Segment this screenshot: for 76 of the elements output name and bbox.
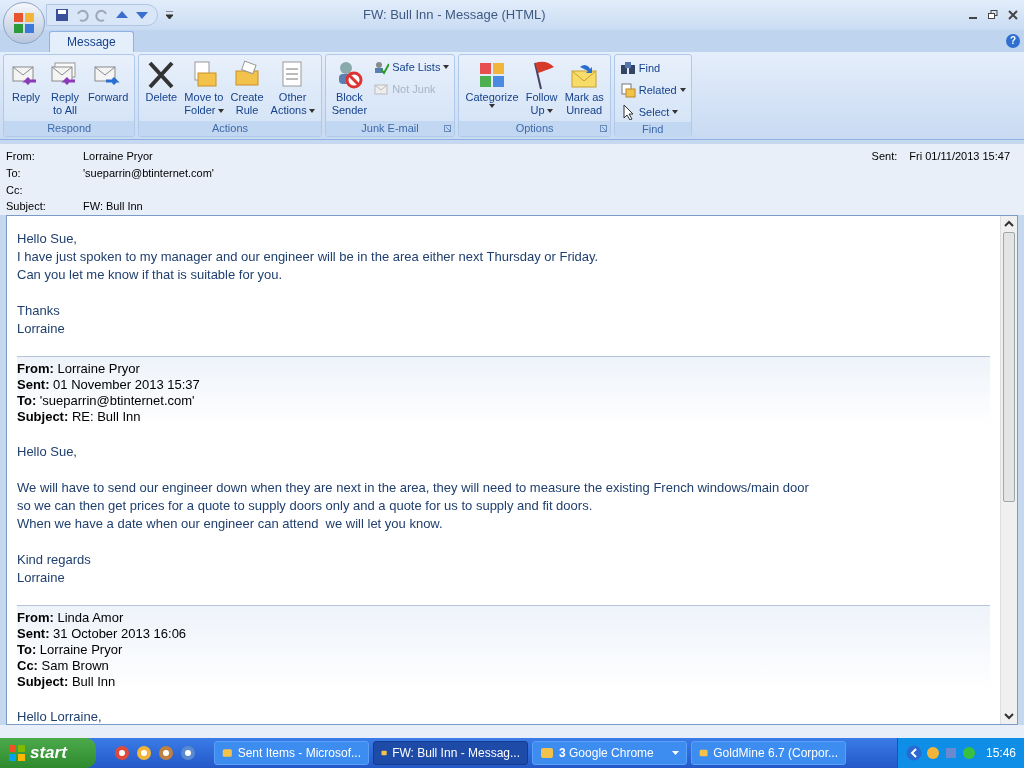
group-label: Actions	[139, 121, 321, 136]
body-text: Lorraine	[17, 569, 66, 587]
clock: 15:46	[985, 745, 1016, 762]
header-label: Cc:	[6, 182, 24, 198]
body-text: We will have to send our engineer down when they are next in the area, they will need to measure the existing French windows/main door	[17, 479, 810, 497]
quoted-header-line: From: Lorraine Pryor	[17, 361, 141, 377]
ribbon-button[interactable]: Move to Folder	[181, 57, 227, 121]
restore-icon[interactable]	[988, 10, 998, 20]
ribbon-button[interactable]: Safe Lists	[371, 57, 452, 77]
header-value: Lorraine Pryor	[83, 149, 153, 165]
header-label: From:	[6, 149, 36, 165]
close-icon[interactable]	[1008, 10, 1018, 20]
window-title: FW: Bull Inn - Message (HTML)	[363, 6, 546, 25]
office-logo-icon	[13, 12, 35, 34]
ribbon-tab[interactable]: Message	[49, 31, 134, 52]
body-text: Thanks	[17, 302, 61, 320]
quoted-header-line: Cc: Sam Brown	[17, 658, 110, 674]
app-icon	[222, 746, 233, 760]
body-text: Lorraine	[17, 320, 66, 338]
header-value: FW: Bull Inn	[83, 199, 143, 215]
quoted-header-line: To: 'sueparrin@btinternet.com'	[17, 393, 196, 409]
ribbon-icon	[619, 82, 636, 98]
group-label: Junk E-mail	[325, 121, 455, 136]
start-button[interactable]: start	[0, 738, 96, 768]
ribbon-button[interactable]: Create Rule	[227, 57, 267, 121]
body-text: so we can then get prices for a quote to supply doors only and a quote for us to supply and fit doors.	[17, 497, 594, 515]
office-button[interactable]	[3, 2, 45, 44]
body-text: Hello Sue,	[17, 443, 78, 461]
body-text: I have just spoken to my manager and our engineer will be in the area either next Thursday or Friday.	[17, 248, 600, 266]
quick-launch-icon[interactable]	[158, 745, 174, 761]
ribbon-button[interactable]: Mark as Unread	[561, 57, 607, 121]
ribbon-button[interactable]: Reply	[7, 57, 45, 121]
quoted-header-line: Subject: RE: Bull Inn	[17, 409, 142, 425]
header-label: Sent:	[871, 149, 898, 165]
quoted-header-line: From: Linda Amor	[17, 610, 125, 626]
ribbon-button[interactable]: Follow Up	[522, 57, 561, 121]
save-icon[interactable]	[55, 8, 69, 22]
ribbon-button[interactable]: Find	[617, 58, 688, 78]
header-value: Fri 01/11/2013 15:47	[909, 149, 1010, 165]
body-text: Hello Sue,	[17, 230, 78, 248]
chevron-left-icon[interactable]	[905, 745, 922, 761]
taskbar-button[interactable]: FW: Bull Inn - Messag...	[373, 741, 528, 765]
ribbon-button[interactable]: Categorize	[462, 57, 522, 121]
ribbon-icon	[373, 59, 390, 75]
quick-launch-icon[interactable]	[114, 745, 130, 761]
ribbon-button[interactable]: Forward	[85, 57, 132, 121]
customize-toolbar-icon[interactable]	[166, 10, 173, 20]
app-icon	[540, 746, 554, 760]
body-text: Can you let me know if that is suitable for you.	[17, 266, 284, 284]
quoted-header-line: Subject: Bull Inn	[17, 674, 117, 690]
quoted-header-line: Sent: 31 October 2013 16:06	[17, 626, 188, 642]
ribbon-button[interactable]: Select	[617, 102, 688, 122]
body-text: Kind regards	[17, 551, 92, 569]
ribbon-button[interactable]: Reply to All	[46, 57, 84, 121]
ribbon-button[interactable]: Delete	[142, 57, 181, 121]
group-label: Find	[614, 122, 691, 137]
quoted-header-line: To: Lorraine Pryor	[17, 642, 124, 658]
windows-logo-icon	[8, 744, 26, 762]
ribbon-button[interactable]: Other Actions	[267, 57, 318, 121]
help-button[interactable]: ?	[1006, 34, 1020, 48]
ribbon-button[interactable]: Related	[617, 80, 688, 100]
scrollbar-thumb[interactable]	[1003, 232, 1015, 502]
quick-launch-icon[interactable]	[180, 745, 196, 761]
header-value: 'sueparrin@btinternet.com'	[83, 165, 214, 181]
quoted-header-line: Sent: 01 November 2013 15:37	[17, 377, 201, 393]
header-label: To:	[6, 165, 22, 181]
quick-launch-icon[interactable]	[136, 745, 152, 761]
header-label: Subject:	[6, 199, 47, 215]
group-label: Options	[459, 121, 610, 136]
ribbon-icon	[373, 81, 390, 97]
body-text: When we have a date when our engineer can attend we will let you know.	[17, 515, 444, 533]
body-text: Hello Lorraine,	[17, 708, 103, 724]
ribbon-icon	[619, 60, 636, 76]
ribbon-button[interactable]: Block Sender	[328, 57, 371, 121]
vertical-scrollbar[interactable]	[1000, 216, 1017, 724]
group-label: Respond	[4, 121, 135, 136]
